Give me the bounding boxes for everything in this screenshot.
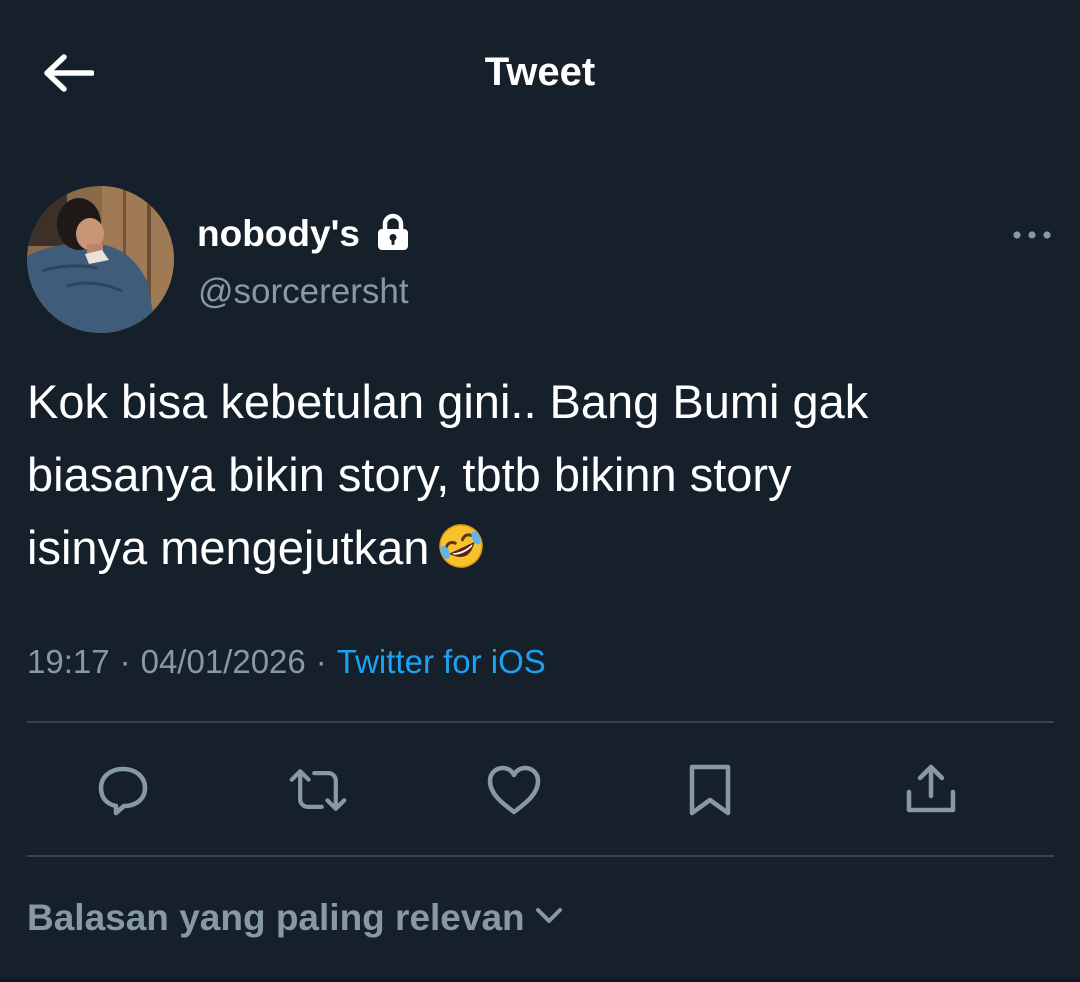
reply-button[interactable] [93, 760, 153, 820]
tweet-text: Kok bisa kebetulan gini.. Bang Bumi gak … [27, 365, 1047, 590]
meta-separator: · [119, 643, 131, 680]
tweet-time: 19:17 [27, 643, 110, 680]
rolling-on-the-floor-laughing-emoji [437, 517, 485, 590]
page-title: Tweet [484, 50, 596, 94]
divider [27, 855, 1054, 857]
lock-icon [374, 213, 412, 251]
bookmark-button[interactable] [680, 760, 740, 820]
like-button[interactable] [484, 760, 544, 820]
action-bar [0, 760, 1080, 820]
tweet-date: 04/01/2026 [140, 643, 306, 680]
user-handle[interactable]: @sorcerersht [198, 272, 409, 312]
bookmark-icon [689, 764, 731, 816]
reply-icon [98, 766, 148, 816]
retweet-icon [289, 769, 347, 811]
avatar[interactable] [27, 186, 174, 333]
replies-sort-label: Balasan yang paling relevan [27, 897, 525, 938]
tweet-source-link[interactable]: Twitter for iOS [337, 643, 546, 681]
heart-icon [487, 765, 541, 815]
replies-sort-dropdown[interactable]: Balasan yang paling relevan [27, 897, 563, 939]
tweet-author: nobody's @sorcerersht [27, 186, 1057, 336]
top-bar: Tweet [0, 0, 1080, 150]
share-icon [906, 764, 956, 813]
meta-separator: · [315, 643, 327, 680]
tweet-meta: 19:17 · 04/01/2026 · Twitter for iOS [27, 643, 546, 681]
avatar-photo [27, 186, 174, 333]
retweet-button[interactable] [288, 760, 348, 820]
more-horizontal-icon [1013, 231, 1051, 239]
display-name-row[interactable]: nobody's [197, 213, 412, 255]
display-name: nobody's [197, 213, 360, 254]
divider [27, 721, 1054, 723]
share-button[interactable] [901, 760, 961, 820]
chevron-down-icon [535, 906, 563, 926]
more-options-button[interactable] [1007, 220, 1057, 250]
